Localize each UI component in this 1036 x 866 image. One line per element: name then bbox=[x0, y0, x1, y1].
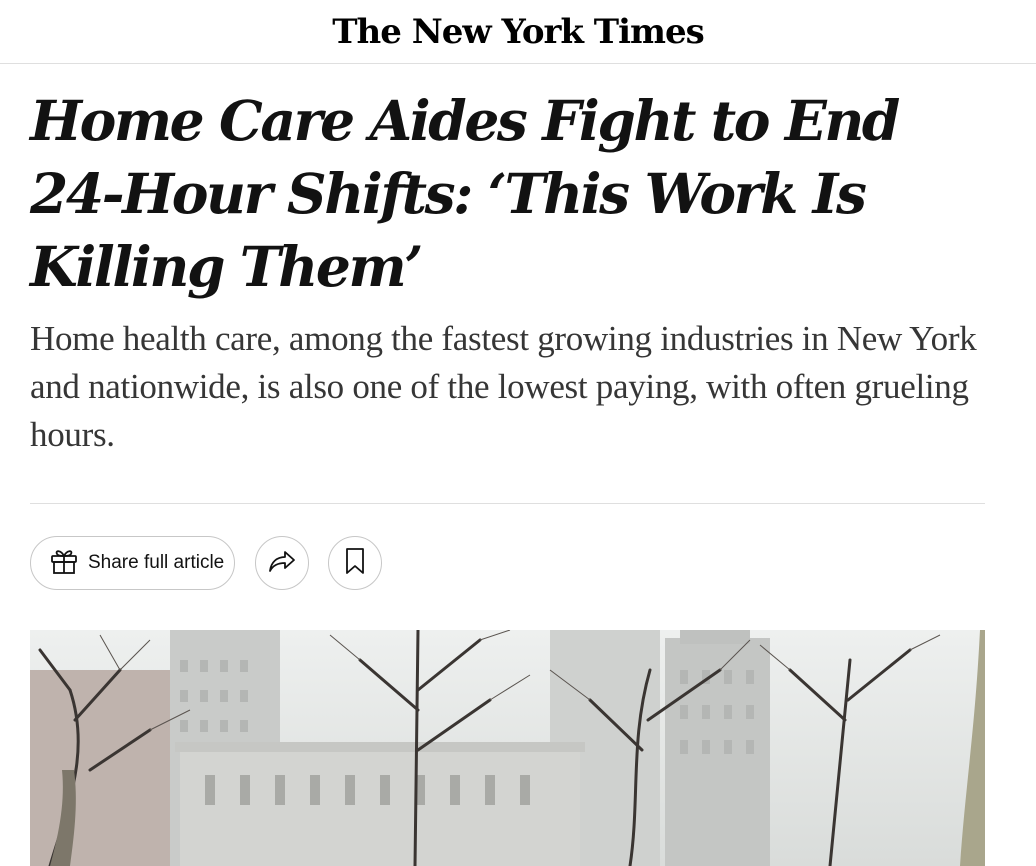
masthead: The New York Times bbox=[0, 0, 1036, 64]
gift-icon bbox=[49, 546, 79, 580]
article-summary: Home health care, among the fastest grow… bbox=[30, 319, 977, 454]
article-headline: Home Care Aides Fight to End 24-Hour Shi… bbox=[30, 88, 900, 299]
bookmark-icon bbox=[345, 547, 365, 579]
share-full-article-button[interactable]: Share full article bbox=[30, 536, 235, 590]
save-bookmark-button[interactable] bbox=[328, 536, 382, 590]
share-full-article-label: Share full article bbox=[88, 552, 225, 573]
share-arrow-icon bbox=[267, 548, 297, 578]
share-button[interactable] bbox=[255, 536, 309, 590]
nyt-logo[interactable]: The New York Times bbox=[332, 10, 705, 54]
article-lead-image bbox=[30, 630, 985, 866]
divider bbox=[30, 503, 985, 504]
